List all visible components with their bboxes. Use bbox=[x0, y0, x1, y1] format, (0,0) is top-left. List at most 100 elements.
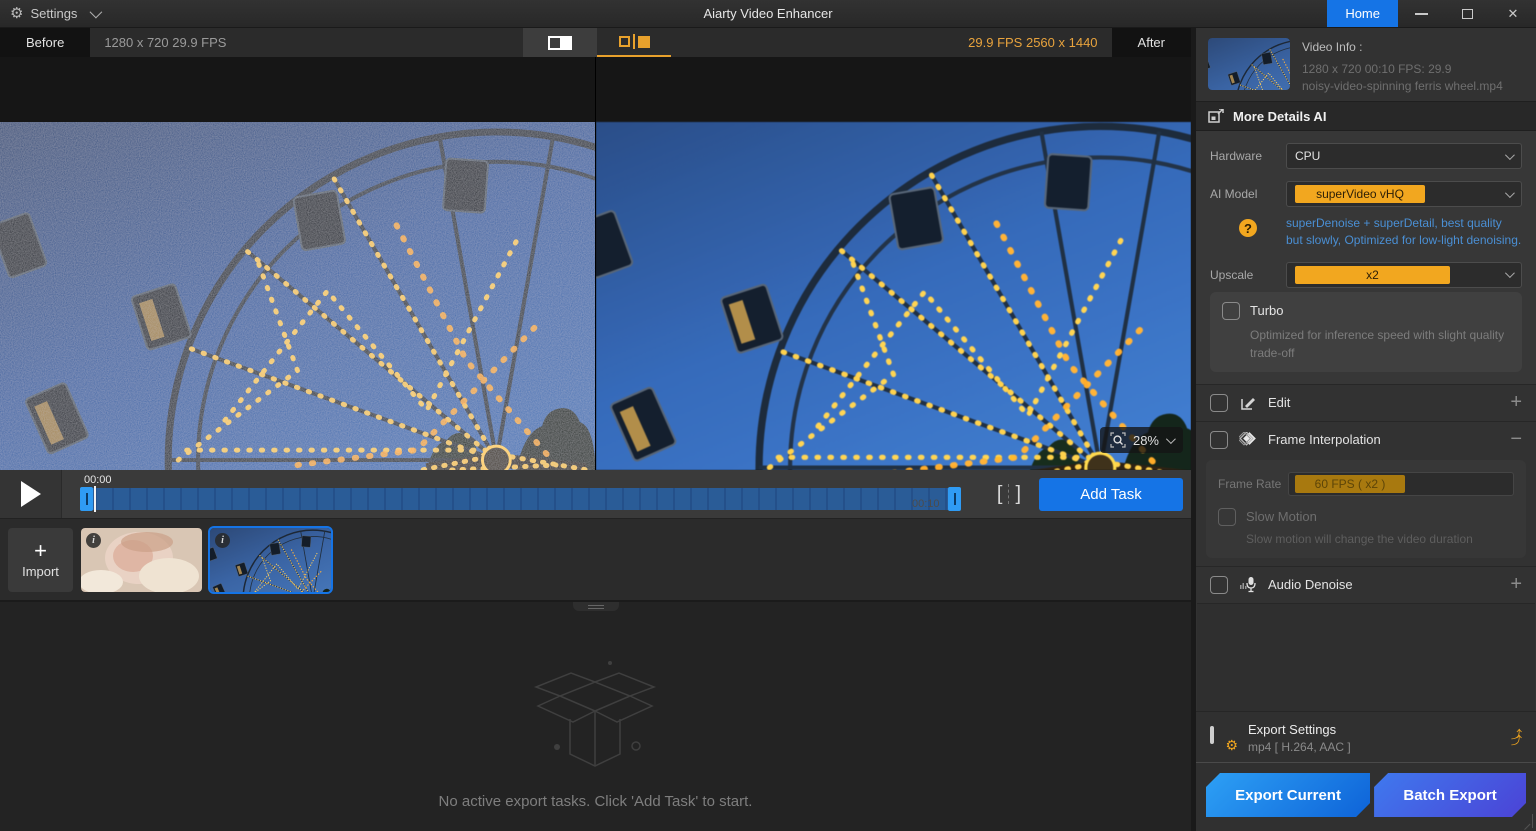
after-video-frame bbox=[596, 122, 1191, 470]
ai-model-description: superDenoise + superDetail, best quality… bbox=[1286, 215, 1521, 250]
chevron-down-icon bbox=[90, 6, 103, 19]
preview-area: 28% bbox=[0, 57, 1191, 470]
audio-denoise-row[interactable]: Audio Denoise + bbox=[1196, 566, 1536, 603]
video-info-thumbnail bbox=[1208, 38, 1290, 90]
more-details-ai-header[interactable]: More Details AI bbox=[1196, 101, 1536, 131]
frame-interpolation-checkbox[interactable] bbox=[1210, 431, 1228, 449]
edit-icon bbox=[1238, 395, 1258, 411]
before-video-pane[interactable] bbox=[0, 57, 595, 470]
ai-model-dropdown[interactable]: superVideo vHQ bbox=[1286, 181, 1522, 207]
frame-rate-value-badge: 60 FPS ( x2 ) bbox=[1295, 475, 1405, 493]
batch-export-button[interactable]: Batch Export bbox=[1374, 773, 1526, 817]
slow-motion-description: Slow motion will change the video durati… bbox=[1246, 532, 1514, 546]
trim-end-handle[interactable] bbox=[948, 487, 961, 511]
import-button[interactable]: + Import bbox=[8, 528, 73, 592]
video-info-filename: noisy-video-spinning ferris wheel.mp4 bbox=[1302, 79, 1503, 93]
expand-plus-icon[interactable]: + bbox=[1510, 391, 1522, 414]
playhead[interactable] bbox=[94, 486, 96, 512]
maximize-button[interactable] bbox=[1444, 0, 1490, 27]
before-video-frame bbox=[0, 122, 595, 470]
after-video-pane[interactable]: 28% bbox=[596, 57, 1191, 470]
hardware-value: CPU bbox=[1295, 149, 1320, 163]
upscale-label: Upscale bbox=[1210, 268, 1286, 282]
tab-before[interactable]: Before bbox=[0, 28, 90, 57]
empty-tasks-message: No active export tasks. Click 'Add Task'… bbox=[439, 793, 753, 810]
split-view-icon bbox=[548, 36, 572, 50]
chevron-down-icon bbox=[1505, 150, 1515, 160]
frame-interpolation-icon bbox=[1238, 432, 1258, 448]
before-resolution-label: 1280 x 720 29.9 FPS bbox=[90, 28, 240, 57]
ai-model-value-badge: superVideo vHQ bbox=[1295, 185, 1425, 203]
upscale-value-badge: x2 bbox=[1295, 266, 1450, 284]
upscale-dropdown[interactable]: x2 bbox=[1286, 262, 1522, 288]
turbo-card: Turbo Optimized for inference speed with… bbox=[1210, 292, 1522, 372]
media-thumbnail-baby[interactable]: i bbox=[81, 528, 202, 592]
collapse-chevrons-icon[interactable]: ⤴⤴ bbox=[1511, 732, 1522, 744]
current-time-label: 00:00 bbox=[84, 474, 985, 486]
info-icon[interactable]: i bbox=[215, 533, 230, 548]
zoom-control[interactable]: 28% bbox=[1100, 427, 1183, 453]
audio-denoise-label: Audio Denoise bbox=[1268, 577, 1353, 592]
media-strip: + Import i i bbox=[0, 518, 1191, 600]
plus-icon: + bbox=[34, 540, 47, 562]
panel-drag-handle[interactable] bbox=[573, 602, 619, 611]
chevron-down-icon bbox=[1505, 188, 1515, 198]
zoom-level-value: 28% bbox=[1133, 433, 1159, 448]
close-button[interactable]: ✕ bbox=[1490, 0, 1536, 27]
turbo-description: Optimized for inference speed with sligh… bbox=[1250, 326, 1510, 362]
side-by-side-view-icon bbox=[619, 34, 650, 49]
hardware-label: Hardware bbox=[1210, 149, 1286, 163]
video-info-title: Video Info : bbox=[1302, 40, 1503, 54]
chevron-down-icon bbox=[1505, 268, 1515, 278]
trim-start-handle[interactable] bbox=[80, 487, 93, 511]
export-buttons-bar: Export Current Batch Export bbox=[1196, 762, 1536, 831]
frame-interpolation-label: Frame Interpolation bbox=[1268, 432, 1381, 447]
minimize-button[interactable] bbox=[1398, 0, 1444, 27]
export-settings-title: Export Settings bbox=[1248, 722, 1351, 737]
frame-interpolation-card: Frame Rate 60 FPS ( x2 ) Slow Motion Slo… bbox=[1206, 460, 1526, 558]
slow-motion-label: Slow Motion bbox=[1246, 509, 1317, 524]
after-resolution-label: 29.9 FPS 2560 x 1440 bbox=[954, 28, 1111, 57]
expand-plus-icon[interactable]: + bbox=[1510, 573, 1522, 596]
edit-label: Edit bbox=[1268, 395, 1290, 410]
frame-rate-input[interactable]: 60 FPS ( x2 ) bbox=[1288, 472, 1514, 496]
preview-tabbar: Before 1280 x 720 29.9 FPS 29.9 FPS 2560… bbox=[0, 28, 1191, 57]
window-resize-grip[interactable] bbox=[1519, 814, 1533, 828]
edit-checkbox[interactable] bbox=[1210, 394, 1228, 412]
video-info-section: Video Info : 1280 x 720 00:10 FPS: 29.9 … bbox=[1196, 28, 1536, 101]
media-thumbnail-ferris-wheel[interactable]: i bbox=[210, 528, 331, 592]
playback-bar: 00:00 00:10 [] Add Task bbox=[0, 470, 1191, 518]
empty-box-icon bbox=[503, 649, 688, 779]
hardware-dropdown[interactable]: CPU bbox=[1286, 143, 1522, 169]
slow-motion-checkbox[interactable] bbox=[1218, 508, 1236, 526]
play-icon bbox=[21, 481, 41, 507]
trim-range-icon[interactable]: [] bbox=[997, 483, 1021, 506]
collapse-minus-icon[interactable]: − bbox=[1510, 428, 1522, 451]
edit-feature-row[interactable]: Edit + bbox=[1196, 384, 1536, 421]
end-time-label: 00:10 bbox=[912, 498, 940, 510]
play-button[interactable] bbox=[0, 470, 62, 518]
home-button[interactable]: Home bbox=[1327, 0, 1398, 27]
settings-menu[interactable]: ⚙ Settings bbox=[0, 6, 99, 21]
empty-settings-card bbox=[1197, 603, 1535, 711]
timeline-track[interactable] bbox=[80, 488, 960, 510]
tab-after[interactable]: After bbox=[1112, 28, 1191, 57]
import-label: Import bbox=[22, 564, 59, 579]
settings-panel: Video Info : 1280 x 720 00:10 FPS: 29.9 … bbox=[1196, 28, 1536, 831]
enhance-icon bbox=[1208, 109, 1224, 123]
audio-denoise-checkbox[interactable] bbox=[1210, 576, 1228, 594]
export-current-button[interactable]: Export Current bbox=[1206, 773, 1370, 817]
turbo-checkbox[interactable] bbox=[1222, 302, 1240, 320]
settings-label: Settings bbox=[30, 6, 77, 21]
add-task-button[interactable]: Add Task bbox=[1039, 478, 1183, 511]
section-title: More Details AI bbox=[1233, 109, 1326, 124]
info-icon[interactable]: i bbox=[86, 533, 101, 548]
frame-interpolation-row[interactable]: Frame Interpolation − bbox=[1196, 421, 1536, 458]
help-icon[interactable]: ? bbox=[1210, 215, 1286, 250]
export-format-value: mp4 [ H.264, AAC ] bbox=[1248, 740, 1351, 754]
export-tasks-area: No active export tasks. Click 'Add Task'… bbox=[0, 600, 1191, 831]
view-mode-split-button[interactable] bbox=[523, 28, 597, 57]
view-mode-sidebyside-button[interactable] bbox=[597, 28, 671, 57]
ai-model-label: AI Model bbox=[1210, 187, 1286, 201]
export-settings-row[interactable]: ⚙ Export Settings mp4 [ H.264, AAC ] ⤴⤴ bbox=[1196, 711, 1536, 762]
